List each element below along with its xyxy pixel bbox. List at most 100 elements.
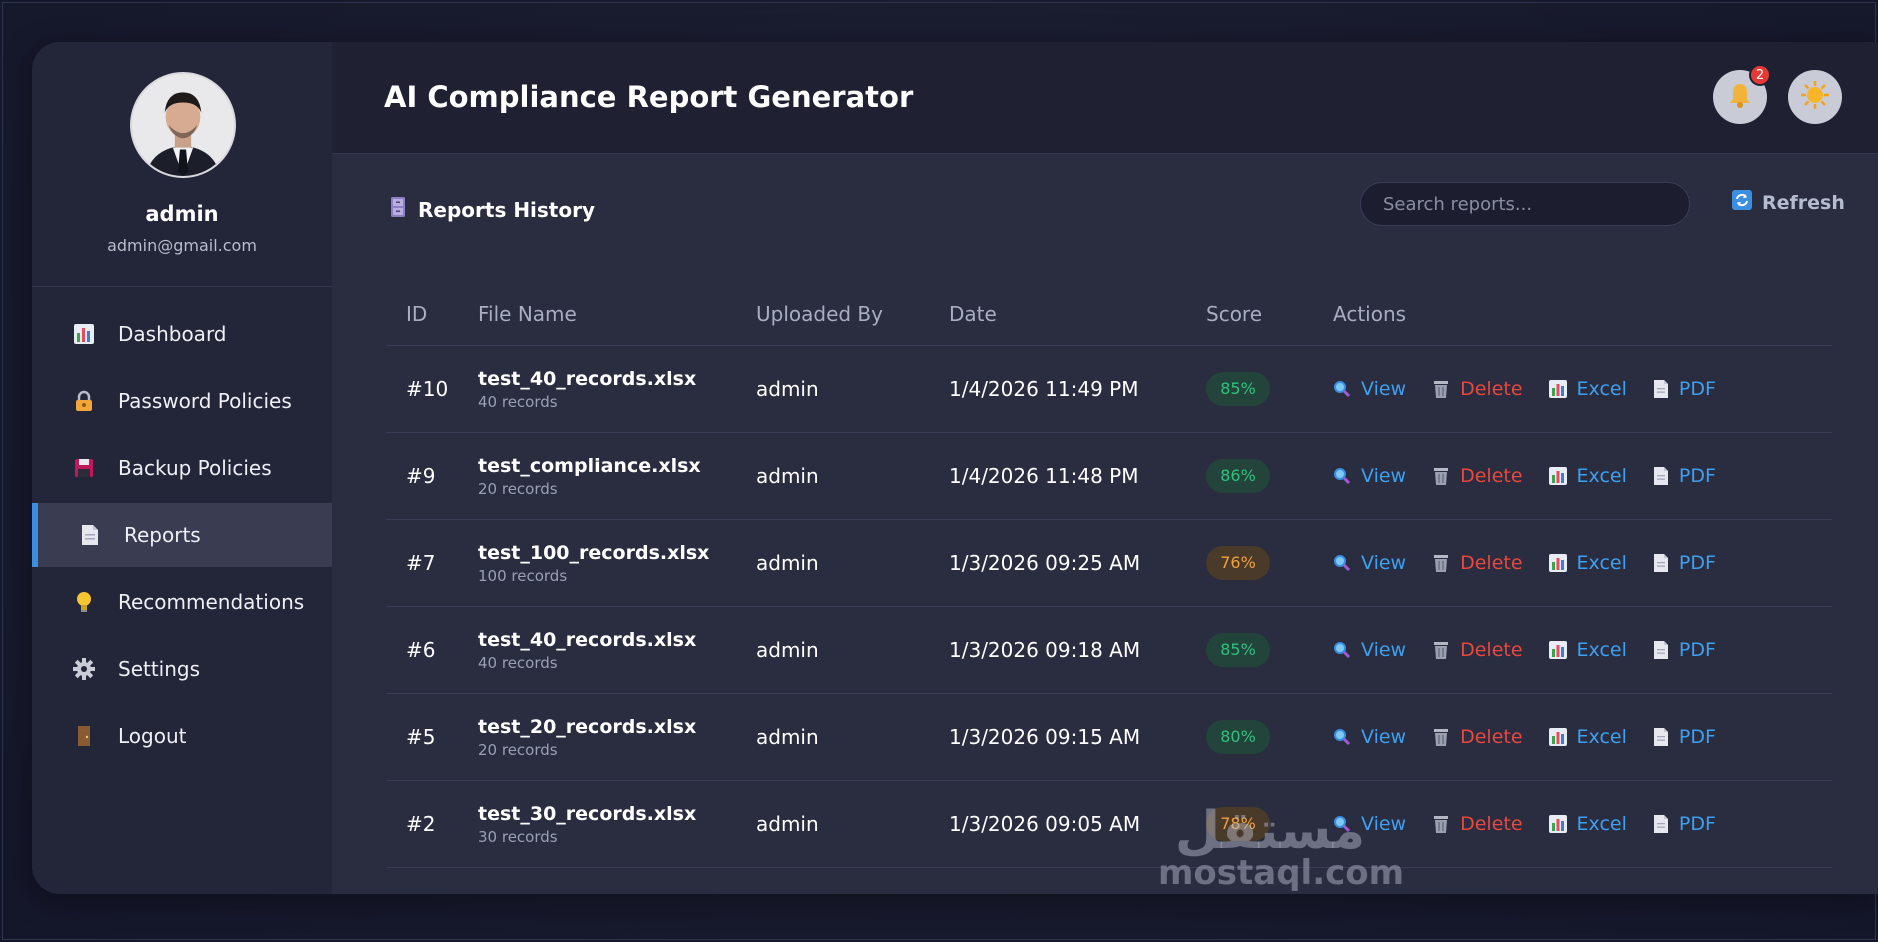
cell-score: 85% [1206,633,1333,667]
sidebar-item-reports[interactable]: Reports [32,503,332,567]
user-email: admin@gmail.com [107,236,257,255]
table-header: ID File Name Uploaded By Date Score Acti… [386,282,1832,346]
sidebar-item-backup-policies[interactable]: Backup Policies [32,436,332,500]
sidebar-item-password-policies[interactable]: Password Policies [32,369,332,433]
delete-button[interactable]: Delete [1432,639,1523,661]
score-badge: 86% [1206,459,1270,493]
column-header-file-name[interactable]: File Name [478,302,756,326]
reports-table: ID File Name Uploaded By Date Score Acti… [386,282,1832,868]
cell-actions: View Delete Excel PDF [1333,465,1832,487]
sidebar-divider [32,286,332,287]
file-name: test_30_records.xlsx [478,802,697,825]
column-header-actions: Actions [1333,301,1407,326]
column-header-uploaded-by[interactable]: Uploaded By [756,302,949,326]
sidebar-item-label: Logout [118,724,187,748]
trash-icon [1432,727,1450,747]
document-icon [1653,641,1669,659]
sidebar-item-dashboard[interactable]: Dashboard [32,302,332,366]
section-title: Reports History [390,196,595,223]
pdf-export-button[interactable]: PDF [1653,552,1716,574]
refresh-label: Refresh [1762,191,1845,214]
pdf-export-button[interactable]: PDF [1653,726,1716,748]
chart-icon [1548,554,1567,572]
delete-label: Delete [1460,726,1523,748]
table-row: #5 test_20_records.xlsx 20 records admin… [386,694,1832,781]
excel-export-button[interactable]: Excel [1548,639,1627,661]
cell-file: test_compliance.xlsx 20 records [478,455,756,498]
cell-uploaded-by: admin [756,551,819,575]
cell-file: test_40_records.xlsx 40 records [478,629,756,672]
document-icon [1653,728,1669,746]
view-label: View [1361,378,1407,400]
excel-export-button[interactable]: Excel [1548,813,1627,835]
section-title-text: Reports History [418,197,596,222]
notification-badge: 2 [1749,64,1771,86]
view-button[interactable]: View [1333,726,1406,748]
excel-label: Excel [1576,813,1627,835]
floppy-disk-icon [72,456,96,480]
column-header-id[interactable]: ID [386,302,478,326]
sidebar-item-logout[interactable]: Logout [32,704,332,768]
excel-label: Excel [1576,552,1627,574]
magnifier-icon [1333,728,1351,746]
pdf-export-button[interactable]: PDF [1653,378,1716,400]
cell-file: test_40_records.xlsx 40 records [478,368,756,411]
magnifier-icon [1333,467,1351,485]
delete-label: Delete [1460,552,1523,574]
delete-button[interactable]: Delete [1432,378,1523,400]
refresh-button[interactable]: Refresh [1732,190,1845,215]
trash-icon [1432,553,1450,573]
cell-uploaded-by: admin [756,812,819,836]
pdf-export-button[interactable]: PDF [1653,465,1716,487]
table-row: #9 test_compliance.xlsx 20 records admin… [386,433,1832,520]
cell-actions: View Delete Excel PDF [1333,552,1832,574]
sidebar-item-recommendations[interactable]: Recommendations [32,570,332,634]
view-button[interactable]: View [1333,465,1406,487]
view-button[interactable]: View [1333,552,1406,574]
search-input[interactable] [1360,182,1690,226]
document-icon [78,523,102,547]
trash-icon [1432,466,1450,486]
pdf-label: PDF [1678,726,1716,748]
column-header-date[interactable]: Date [949,302,1206,326]
file-name: test_20_records.xlsx [478,715,697,738]
avatar[interactable] [130,72,236,178]
view-label: View [1361,639,1407,661]
excel-export-button[interactable]: Excel [1548,552,1627,574]
score-badge: 85% [1206,633,1270,667]
notifications-button[interactable]: 2 [1713,64,1771,124]
cell-id: #6 [406,638,436,662]
view-label: View [1361,726,1407,748]
delete-label: Delete [1460,465,1523,487]
delete-button[interactable]: Delete [1432,726,1523,748]
delete-button[interactable]: Delete [1432,465,1523,487]
cell-score: 85% [1206,372,1333,406]
column-header-score[interactable]: Score [1206,302,1333,326]
delete-button[interactable]: Delete [1432,813,1523,835]
delete-button[interactable]: Delete [1432,552,1523,574]
table-row: #10 test_40_records.xlsx 40 records admi… [386,346,1832,433]
reports-header: Reports History Refresh [390,182,1845,242]
pdf-export-button[interactable]: PDF [1653,813,1716,835]
sidebar-item-settings[interactable]: Settings [32,637,332,701]
excel-export-button[interactable]: Excel [1548,378,1627,400]
pdf-label: PDF [1678,639,1716,661]
pdf-export-button[interactable]: PDF [1653,639,1716,661]
view-button[interactable]: View [1333,378,1406,400]
file-name: test_100_records.xlsx [478,541,710,564]
view-button[interactable]: View [1333,639,1406,661]
score-badge: 80% [1206,720,1270,754]
magnifier-icon [1333,554,1351,572]
sidebar: admin admin@gmail.com Dashboard Password… [32,42,332,894]
record-count: 20 records [478,479,558,498]
excel-export-button[interactable]: Excel [1548,465,1627,487]
record-count: 40 records [478,392,558,411]
table-row: #6 test_40_records.xlsx 40 records admin… [386,607,1832,694]
pdf-label: PDF [1678,552,1716,574]
excel-export-button[interactable]: Excel [1548,726,1627,748]
pdf-label: PDF [1678,813,1716,835]
cell-date: 1/4/2026 11:49 PM [949,377,1139,401]
sidebar-item-label: Backup Policies [118,456,272,480]
theme-toggle-button[interactable] [1788,70,1842,124]
sidebar-item-label: Password Policies [118,389,292,413]
